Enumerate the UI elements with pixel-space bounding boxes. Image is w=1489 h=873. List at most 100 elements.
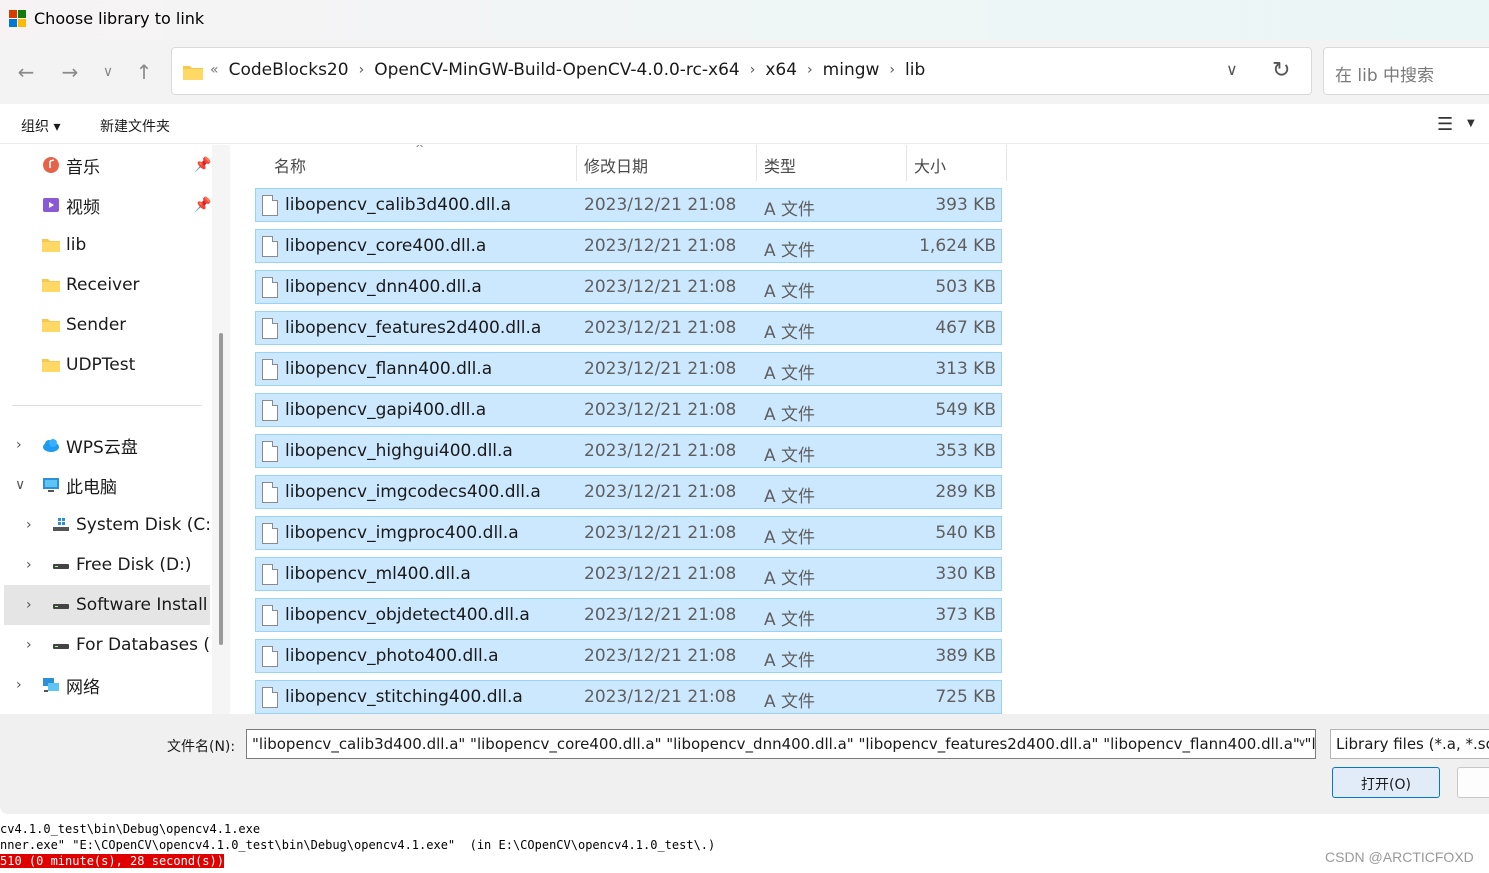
sidebar-item-label: 网络 [66,677,100,698]
file-date: 2023/12/21 21:08 [584,605,737,625]
refresh-icon[interactable]: ↻ [1272,58,1290,83]
folder-icon [42,237,60,253]
file-type: A 文件 [764,569,816,589]
new-folder-button[interactable]: 新建文件夹 [100,116,170,136]
file-size: 389 KB [935,646,996,666]
chevron-right-icon[interactable]: › [26,637,32,653]
file-size: 330 KB [935,564,996,584]
file-icon [262,687,278,708]
log-line: nner.exe" "E:\COpenCV\opencv4.1.0_test\b… [0,838,716,852]
file-type: A 文件 [764,282,816,302]
file-row[interactable]: libopencv_core400.dll.a 2023/12/21 21:08… [255,229,1002,263]
column-header-size[interactable]: 大小 [914,145,1004,181]
file-row[interactable]: libopencv_imgproc400.dll.a 2023/12/21 21… [255,516,1002,550]
log-line: cv4.1.0_test\bin\Debug\opencv4.1.exe [0,822,261,836]
file-date: 2023/12/21 21:08 [584,359,737,379]
file-size: 1,624 KB [919,236,996,256]
view-options-caret-icon[interactable]: ▼ [1467,118,1475,129]
video-icon [42,197,60,213]
breadcrumb-mingw[interactable]: mingw [823,60,880,80]
column-header-type[interactable]: 类型 [764,145,904,181]
pin-icon[interactable]: 📌 [194,157,211,173]
sidebar-item-network[interactable]: › 网络 [4,665,210,705]
chevron-right-icon[interactable]: › [26,597,32,613]
sidebar-item-label: Software Install D [76,595,210,615]
up-button[interactable]: ↑ [130,58,158,86]
sidebar-item-drive-f[interactable]: › For Databases (F [4,625,210,665]
file-row[interactable]: libopencv_imgcodecs400.dll.a 2023/12/21 … [255,475,1002,509]
address-bar[interactable]: « CodeBlocks20 › OpenCV-MinGW-Build-Open… [171,47,1312,95]
view-list-icon[interactable]: ☰ [1437,114,1453,135]
file-name: libopencv_ml400.dll.a [285,564,471,584]
chevron-right-icon[interactable]: › [750,62,756,78]
file-row[interactable]: libopencv_ml400.dll.a 2023/12/21 21:08 A… [255,557,1002,591]
chevron-right-icon[interactable]: › [16,677,22,693]
sidebar-item-receiver[interactable]: Receiver [4,265,210,305]
file-row[interactable]: libopencv_flann400.dll.a 2023/12/21 21:0… [255,352,1002,386]
chevron-down-icon[interactable]: ∨ [1298,736,1306,749]
pin-icon[interactable]: 📌 [194,197,211,213]
chevron-right-icon[interactable]: › [26,517,32,533]
sidebar-item-label: 音乐 [66,157,100,178]
sidebar-item-video[interactable]: 视频 📌 [4,185,211,225]
column-divider[interactable] [756,145,757,181]
drive-icon [52,557,70,573]
forward-button[interactable]: → [56,58,84,86]
file-type: A 文件 [764,692,816,712]
search-input[interactable]: 在 lib 中搜索 [1323,47,1489,95]
breadcrumb-codeblocks20[interactable]: CodeBlocks20 [229,60,349,80]
sidebar-item-sender[interactable]: Sender [4,305,210,345]
organize-button[interactable]: 组织 ▾ [21,116,60,136]
back-button[interactable]: ← [12,58,40,86]
file-icon [262,359,278,380]
open-button[interactable]: 打开(O) [1332,767,1440,798]
drive-icon [52,597,70,613]
column-header-name[interactable]: 名称 [274,145,574,181]
sidebar-item-drive-d[interactable]: › Free Disk (D:) [4,545,210,585]
file-row[interactable]: libopencv_photo400.dll.a 2023/12/21 21:0… [255,639,1002,673]
sidebar-item-drive-c[interactable]: › System Disk (C:) [4,505,210,545]
file-size: 393 KB [935,195,996,215]
chevron-right-icon[interactable]: › [889,62,895,78]
sidebar-item-label: WPS云盘 [66,437,138,458]
file-row[interactable]: libopencv_stitching400.dll.a 2023/12/21 … [255,680,1002,714]
nav-scrollbar-thumb[interactable] [219,333,223,645]
filename-input[interactable]: "libopencv_calib3d400.dll.a" "libopencv_… [246,729,1316,759]
sidebar-item-udptest[interactable]: UDPTest [4,345,210,385]
breadcrumb-opencv-build[interactable]: OpenCV-MinGW-Build-OpenCV-4.0.0-rc-x64 [374,60,740,80]
file-type-filter[interactable]: Library files (*.a, *.so, [1330,729,1489,759]
cancel-button[interactable] [1457,767,1489,798]
address-history-chevron-icon[interactable]: ∨ [1226,60,1238,79]
sidebar-item-wps-cloud[interactable]: › WPS云盘 [4,425,210,465]
file-name: libopencv_objdetect400.dll.a [285,605,530,625]
breadcrumb-x64[interactable]: x64 [765,60,797,80]
sidebar-item-label: UDPTest [66,355,136,375]
file-icon [262,318,278,339]
sidebar-item-drive-e[interactable]: › Software Install D [4,585,210,625]
column-divider[interactable] [576,145,577,181]
breadcrumb-lib[interactable]: lib [905,60,925,80]
breadcrumb-overflow[interactable]: « [210,62,219,78]
sidebar-item-label: Free Disk (D:) [76,555,192,575]
chevron-right-icon[interactable]: › [359,62,365,78]
sidebar-item-lib[interactable]: lib [4,225,210,265]
file-row[interactable]: libopencv_dnn400.dll.a 2023/12/21 21:08 … [255,270,1002,304]
file-row[interactable]: libopencv_objdetect400.dll.a 2023/12/21 … [255,598,1002,632]
recent-locations-button[interactable]: ∨ [94,58,122,86]
file-row[interactable]: libopencv_features2d400.dll.a 2023/12/21… [255,311,1002,345]
sidebar-item-this-pc[interactable]: ∨ 此电脑 [4,465,210,505]
chevron-right-icon[interactable]: › [26,557,32,573]
chevron-right-icon[interactable]: › [807,62,813,78]
column-divider[interactable] [906,145,907,181]
file-size: 353 KB [935,441,996,461]
file-row[interactable]: libopencv_highgui400.dll.a 2023/12/21 21… [255,434,1002,468]
file-row[interactable]: libopencv_calib3d400.dll.a 2023/12/21 21… [255,188,1002,222]
file-row[interactable]: libopencv_gapi400.dll.a 2023/12/21 21:08… [255,393,1002,427]
file-name: libopencv_dnn400.dll.a [285,277,482,297]
file-size: 289 KB [935,482,996,502]
column-divider[interactable] [1006,145,1007,181]
chevron-down-icon[interactable]: ∨ [15,477,25,493]
sidebar-item-music[interactable]: 音乐 📌 [4,145,211,185]
column-header-date[interactable]: 修改日期 [584,145,754,181]
chevron-right-icon[interactable]: › [16,437,22,453]
